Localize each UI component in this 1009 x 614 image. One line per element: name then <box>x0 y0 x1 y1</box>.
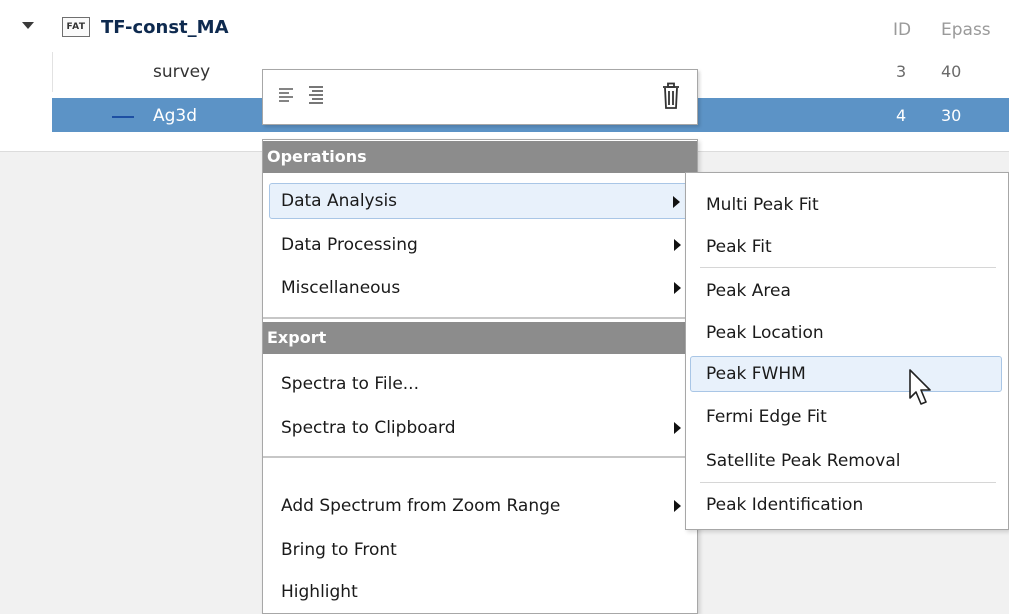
menu-item-label: Data Analysis <box>281 191 398 211</box>
group-name[interactable]: TF-const_MA <box>101 14 229 42</box>
menu-item-bring-to-front[interactable]: Bring to Front <box>269 532 689 568</box>
menu-section-operations: Operations <box>263 141 697 173</box>
expand-arrow-icon[interactable] <box>22 22 34 29</box>
menu-item-spectra-to-clipboard[interactable]: Spectra to Clipboard <box>269 410 689 446</box>
menu-item-label: Highlight <box>281 582 358 602</box>
submenu-arrow-icon <box>674 282 681 294</box>
submenu-item-peak-area[interactable]: Peak Area <box>690 273 1002 309</box>
submenu-item-peak-fwhm[interactable]: Peak FWHM <box>690 356 1002 392</box>
context-menu: Operations Data Analysis Data Processing… <box>262 139 698 614</box>
menu-divider <box>263 317 697 319</box>
fat-group-icon: FAT <box>62 17 90 37</box>
menu-section-export: Export <box>263 322 697 354</box>
submenu-arrow-icon <box>674 239 681 251</box>
menu-item-miscellaneous[interactable]: Miscellaneous <box>269 270 689 306</box>
menu-item-data-analysis[interactable]: Data Analysis <box>269 183 689 219</box>
align-right-icon[interactable] <box>307 84 325 108</box>
menu-item-highlight[interactable]: Highlight <box>269 574 689 610</box>
spectrum-epass: 30 <box>941 106 962 125</box>
data-analysis-submenu: Multi Peak Fit Peak Fit Peak Area Peak L… <box>685 172 1009 530</box>
menu-item-label: Bring to Front <box>281 540 397 560</box>
submenu-divider <box>700 267 996 268</box>
menu-item-label: Miscellaneous <box>281 278 401 298</box>
menu-item-spectra-to-file[interactable]: Spectra to File... <box>269 366 689 402</box>
submenu-item-satellite-peak-removal[interactable]: Satellite Peak Removal <box>690 443 1002 479</box>
spectrum-name: Ag3d <box>153 106 198 126</box>
spectrum-name: survey <box>153 62 211 82</box>
submenu-arrow-icon <box>674 500 681 512</box>
submenu-divider <box>700 482 996 483</box>
menu-item-label: Data Processing <box>281 235 418 255</box>
menu-item-label: Spectra to Clipboard <box>281 418 456 438</box>
spectrum-id: 3 <box>896 62 907 81</box>
quick-toolbar <box>262 69 698 125</box>
align-left-icon[interactable] <box>277 84 295 108</box>
column-header-id[interactable]: ID <box>893 18 911 42</box>
submenu-item-peak-location[interactable]: Peak Location <box>690 315 1002 351</box>
submenu-arrow-icon <box>674 422 681 434</box>
submenu-item-multi-peak-fit[interactable]: Multi Peak Fit <box>690 187 1002 223</box>
menu-item-label: Add Spectrum from Zoom Range <box>281 496 561 516</box>
menu-item-add-spectrum-from-zoom-range[interactable]: Add Spectrum from Zoom Range <box>269 488 689 524</box>
spectrum-id: 4 <box>896 106 907 125</box>
column-header-epass[interactable]: Epass <box>941 18 991 42</box>
submenu-item-peak-identification[interactable]: Peak Identification <box>690 487 1002 523</box>
spectrum-epass: 40 <box>941 62 962 81</box>
menu-divider <box>263 456 697 458</box>
submenu-item-peak-fit[interactable]: Peak Fit <box>690 229 1002 265</box>
submenu-item-fermi-edge-fit[interactable]: Fermi Edge Fit <box>690 399 1002 435</box>
line-style-icon <box>112 116 134 118</box>
menu-item-data-processing[interactable]: Data Processing <box>269 227 689 263</box>
menu-item-label: Spectra to File... <box>281 374 419 394</box>
submenu-arrow-icon <box>673 196 680 208</box>
trash-icon[interactable] <box>661 82 681 110</box>
